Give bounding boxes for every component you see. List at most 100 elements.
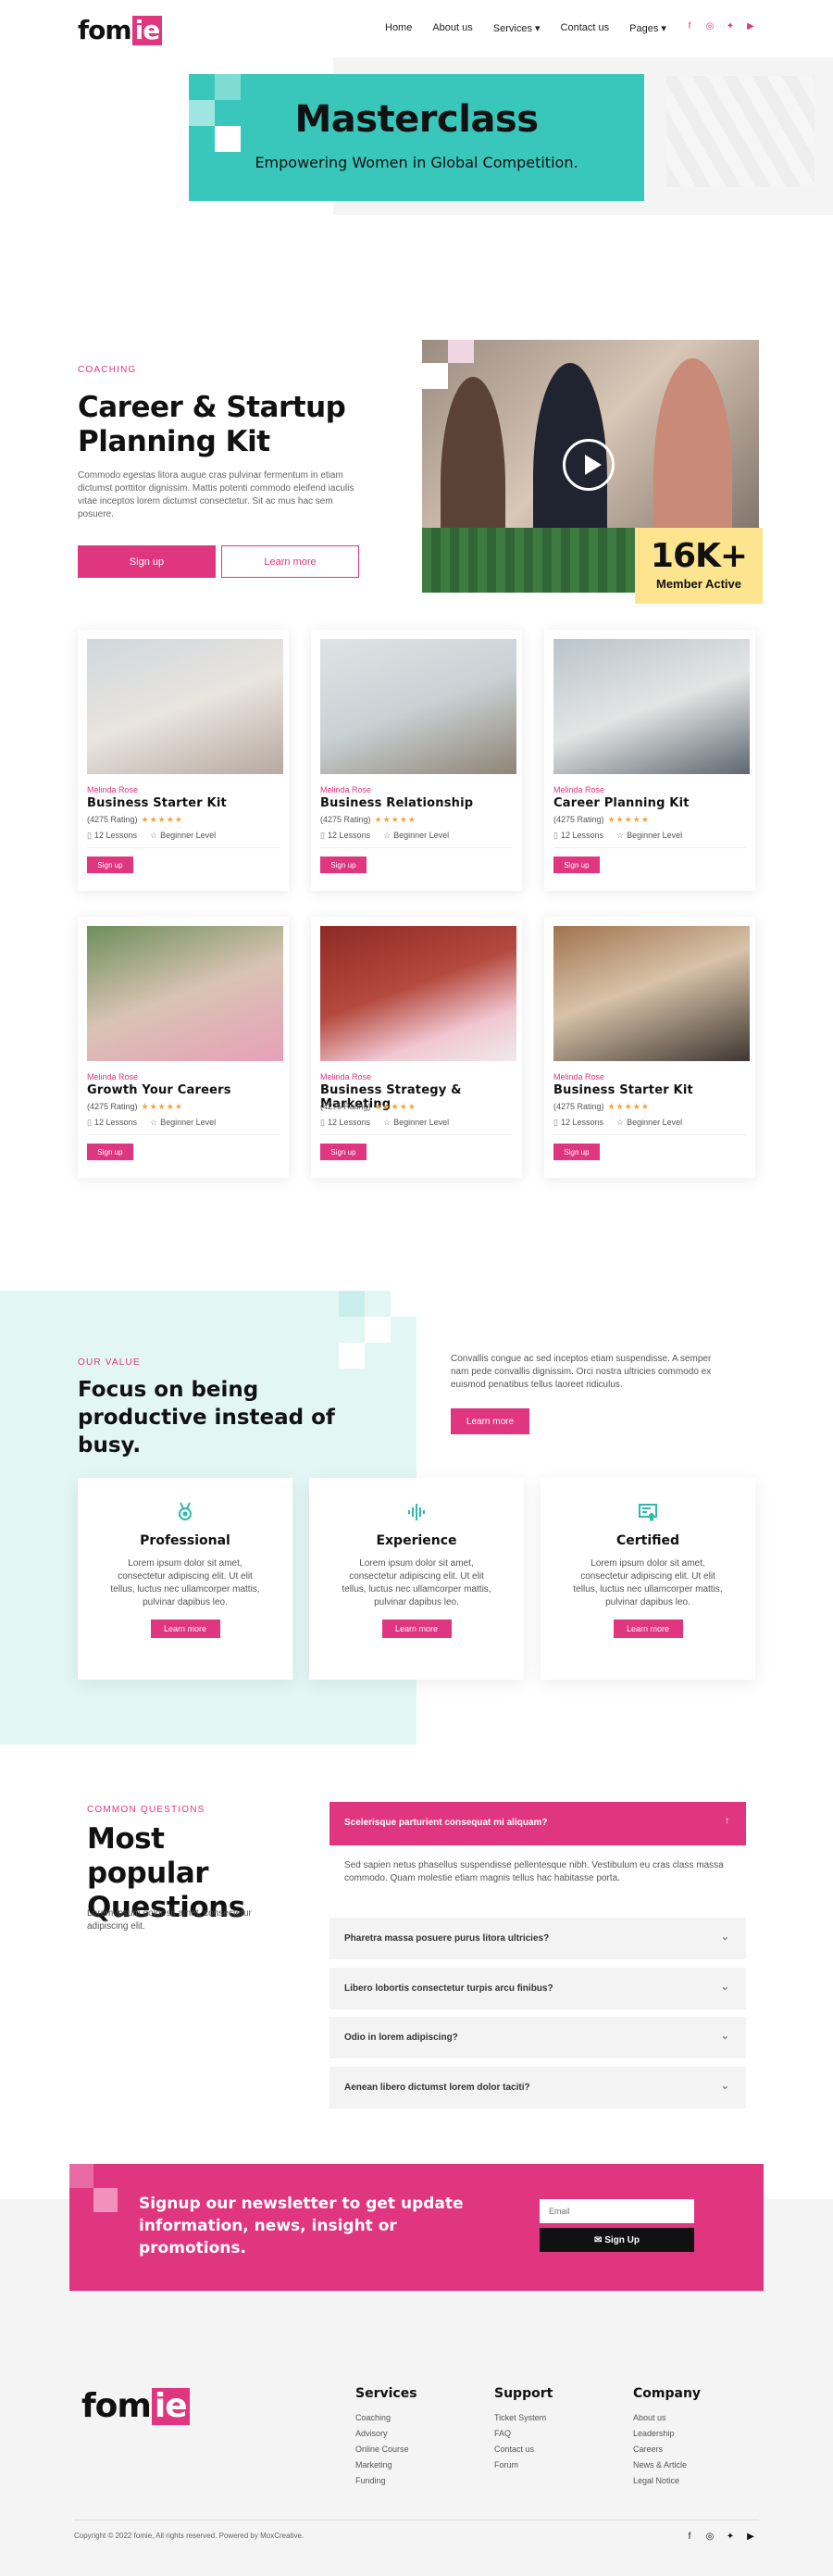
course-image (320, 926, 516, 1061)
rating-count: (4275 Rating) (553, 815, 604, 824)
faq-question-open[interactable]: Scelerisque parturient consequat mi aliq… (329, 1802, 746, 1845)
level-label: Beginner Level (160, 831, 217, 840)
star-outline-icon: ☆ (616, 1118, 625, 1127)
value-card-button[interactable]: Learn more (381, 1619, 452, 1638)
facebook-icon[interactable]: f (685, 2532, 694, 2542)
footer-link[interactable]: Careers (633, 2442, 701, 2457)
chevron-down-icon: ⌄ (720, 1932, 729, 1943)
star-outline-icon: ☆ (383, 831, 392, 840)
footer-link[interactable]: Leadership (633, 2426, 701, 2442)
nav-services[interactable]: Services ▾ (493, 22, 541, 34)
nav-pages[interactable]: Pages ▾ (629, 22, 666, 34)
course-title[interactable]: Career Planning Kit (553, 796, 690, 810)
footer-link[interactable]: News & Article (633, 2457, 701, 2473)
footer-logo[interactable]: fom ie (81, 2387, 190, 2425)
value-card-title: Certified (615, 1533, 680, 1548)
nav-home[interactable]: Home (385, 22, 412, 34)
rating-count: (4275 Rating) (87, 815, 138, 824)
lessons-info: ▯ 12 Lessons (87, 831, 137, 841)
course-title[interactable]: Business Starter Kit (553, 1083, 693, 1097)
footer-column-title: Support (494, 2386, 553, 2401)
value-eyebrow: OUR VALUE (78, 1357, 141, 1368)
medal-icon (175, 1502, 195, 1522)
facebook-icon[interactable]: f (685, 22, 694, 31)
course-image (87, 926, 283, 1061)
rating-count: (4275 Rating) (320, 1102, 371, 1111)
footer-column-support: Support Ticket System FAQ Contact us For… (494, 2386, 553, 2473)
coaching-eyebrow: COACHING (78, 365, 137, 375)
footer-link[interactable]: FAQ (494, 2426, 553, 2442)
faq-question[interactable]: Aenean libero dictumst lorem dolor tacit… (329, 2067, 746, 2108)
course-sign-up-button[interactable]: Sign up (320, 857, 367, 873)
course-author: Melinda Rose (553, 785, 605, 794)
faq-question[interactable]: Odio in lorem adipiscing? ⌄ (329, 2017, 746, 2058)
divider (87, 1134, 280, 1135)
value-card-button[interactable]: Learn more (150, 1619, 220, 1638)
course-rating: (4275 Rating) ★★★★★ (320, 815, 416, 825)
chevron-down-icon: ⌄ (720, 1982, 729, 1993)
course-sign-up-button[interactable]: Sign up (87, 1144, 133, 1160)
level-info: ☆ Beginner Level (383, 831, 449, 841)
sign-up-button[interactable]: Sign up (78, 545, 216, 578)
email-field[interactable] (540, 2199, 694, 2223)
level-info: ☆ Beginner Level (616, 1118, 682, 1128)
lessons-count: 12 Lessons (560, 1118, 603, 1127)
faq-question-text: Scelerisque parturient consequat mi aliq… (344, 1818, 548, 1828)
course-card[interactable]: Melinda Rose Business Starter Kit (4275 … (544, 917, 755, 1178)
footer-link[interactable]: Forum (494, 2457, 553, 2473)
lessons-count: 12 Lessons (93, 1118, 137, 1127)
value-card-button[interactable]: Learn more (613, 1619, 683, 1638)
twitter-icon[interactable]: ✦ (726, 2532, 735, 2542)
course-title[interactable]: Business Starter Kit (87, 796, 227, 810)
newsletter-title: Signup our newsletter to get update info… (139, 2195, 464, 2257)
divider (320, 1134, 513, 1135)
footer-link[interactable]: Ticket System (494, 2410, 553, 2426)
star-outline-icon: ☆ (150, 1118, 158, 1127)
logo[interactable]: fom ie (78, 15, 163, 45)
course-sign-up-button[interactable]: Sign up (553, 857, 600, 873)
course-author: Melinda Rose (87, 785, 139, 794)
footer-link[interactable]: Funding (355, 2473, 417, 2489)
course-title[interactable]: Business Relationship (320, 796, 473, 810)
triangle-pattern (666, 76, 814, 187)
learn-more-button[interactable]: Learn more (221, 545, 359, 578)
decor-square (365, 1317, 391, 1343)
footer-link[interactable]: Legal Notice (633, 2473, 701, 2489)
learn-more-button[interactable]: Learn more (451, 1408, 529, 1434)
youtube-icon[interactable]: ▶ (746, 22, 755, 31)
newsletter-sign-up-button[interactable]: ✉ Sign Up (540, 2228, 694, 2252)
course-card[interactable]: Melinda Rose Growth Your Careers (4275 R… (78, 917, 289, 1178)
faq-question[interactable]: Pharetra massa posuere purus litora ultr… (329, 1918, 746, 1959)
course-sign-up-button[interactable]: Sign up (87, 857, 133, 873)
decor-square (93, 2188, 118, 2212)
instagram-icon[interactable]: ◎ (705, 22, 715, 31)
course-title[interactable]: Growth Your Careers (87, 1083, 231, 1097)
course-card[interactable]: Melinda Rose Business Strategy & Marketi… (311, 917, 522, 1178)
faq-question[interactable]: Libero lobortis consectetur turpis arcu … (329, 1968, 746, 2009)
youtube-icon[interactable]: ▶ (746, 2532, 755, 2542)
lessons-count: 12 Lessons (93, 831, 137, 840)
hero-banner: Masterclass Empowering Women in Global C… (189, 74, 644, 201)
footer-link[interactable]: Marketing (355, 2457, 417, 2473)
twitter-icon[interactable]: ✦ (726, 22, 735, 31)
footer-link[interactable]: About us (633, 2410, 701, 2426)
course-sign-up-button[interactable]: Sign up (320, 1144, 367, 1160)
course-card[interactable]: Melinda Rose Career Planning Kit (4275 R… (544, 630, 755, 891)
sound-wave-icon (406, 1502, 427, 1522)
footer-link[interactable]: Advisory (355, 2426, 417, 2442)
nav-contact[interactable]: Contact us (561, 22, 610, 34)
footer-link[interactable]: Online Course (355, 2442, 417, 2457)
level-label: Beginner Level (627, 831, 683, 840)
value-card: Experience Lorem ipsum dolor sit amet, c… (309, 1478, 524, 1680)
footer-link[interactable]: Contact us (494, 2442, 553, 2457)
stat-number: 16K+ (650, 537, 748, 575)
site-footer: fom ie Services Coaching Advisory Online … (0, 2386, 833, 2576)
footer-link[interactable]: Coaching (355, 2410, 417, 2426)
play-icon[interactable] (563, 439, 615, 491)
course-card[interactable]: Melinda Rose Business Starter Kit (4275 … (78, 630, 289, 891)
course-card[interactable]: Melinda Rose Business Relationship (4275… (311, 630, 522, 891)
course-author: Melinda Rose (553, 1072, 605, 1082)
course-sign-up-button[interactable]: Sign up (553, 1144, 600, 1160)
nav-about[interactable]: About us (432, 22, 472, 34)
instagram-icon[interactable]: ◎ (705, 2532, 715, 2542)
